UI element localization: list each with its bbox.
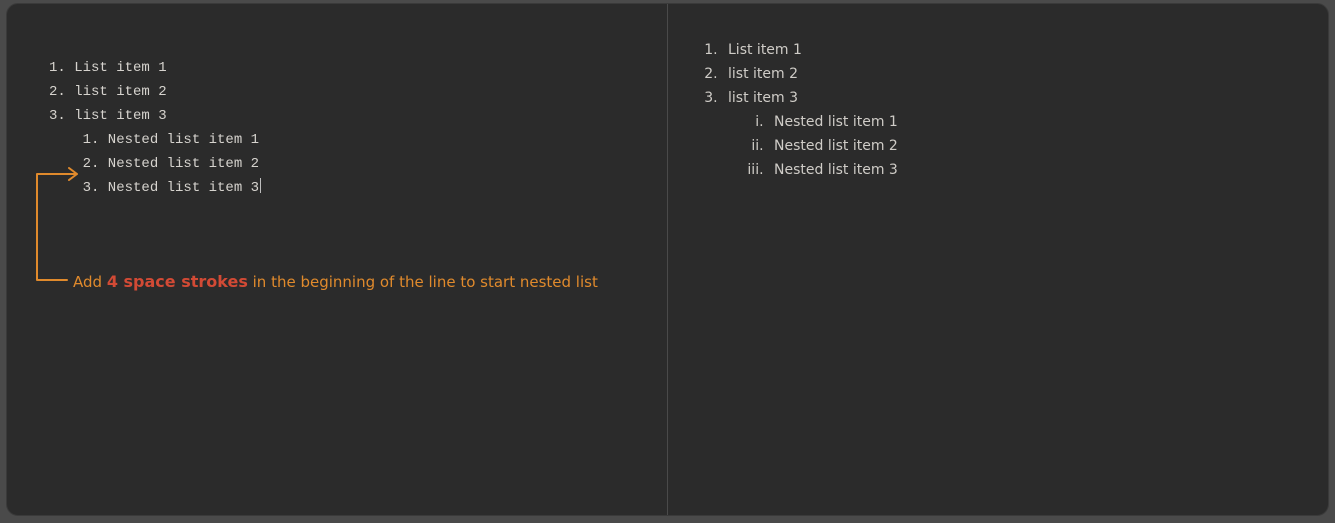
- li-text: List item 1: [728, 42, 802, 58]
- src-line-6: 3. Nested list item 3: [49, 180, 259, 196]
- source-text: 1. List item 1 2. list item 2 3. list it…: [7, 4, 667, 200]
- li-text: Nested list item 3: [774, 162, 898, 178]
- li-text: list item 2: [728, 66, 798, 82]
- annot-bold: 4 space strokes: [107, 272, 248, 291]
- src-line-1: 1. List item 1: [49, 60, 167, 76]
- src-line-4: 1. Nested list item 1: [49, 132, 259, 148]
- li-text: list item 3: [728, 90, 798, 106]
- li-text: Nested list item 1: [774, 114, 898, 130]
- li-text: Nested list item 2: [774, 138, 898, 154]
- list-item: List item 1: [722, 42, 1328, 58]
- list-item: Nested list item 3: [768, 162, 1328, 178]
- list-item: list item 2: [722, 66, 1328, 82]
- nested-ol: Nested list item 1 Nested list item 2 Ne…: [728, 114, 1328, 178]
- annot-prefix: Add: [73, 273, 107, 291]
- text-caret: [260, 178, 261, 193]
- two-pane-container: 1. List item 1 2. list item 2 3. list it…: [6, 3, 1329, 516]
- list-item: Nested list item 1: [768, 114, 1328, 130]
- source-pane: 1. List item 1 2. list item 2 3. list it…: [7, 4, 667, 515]
- rendered-ol: List item 1 list item 2 list item 3 Nest…: [704, 42, 1328, 178]
- src-line-2: 2. list item 2: [49, 84, 167, 100]
- annotation-text: Add 4 space strokes in the beginning of …: [73, 272, 598, 291]
- preview-pane: List item 1 list item 2 list item 3 Nest…: [668, 4, 1328, 515]
- src-line-3: 3. list item 3: [49, 108, 167, 124]
- rendered-output: List item 1 list item 2 list item 3 Nest…: [668, 4, 1328, 178]
- src-line-5: 2. Nested list item 2: [49, 156, 259, 172]
- list-item: list item 3 Nested list item 1 Nested li…: [722, 90, 1328, 178]
- annot-suffix: in the beginning of the line to start ne…: [253, 273, 598, 291]
- list-item: Nested list item 2: [768, 138, 1328, 154]
